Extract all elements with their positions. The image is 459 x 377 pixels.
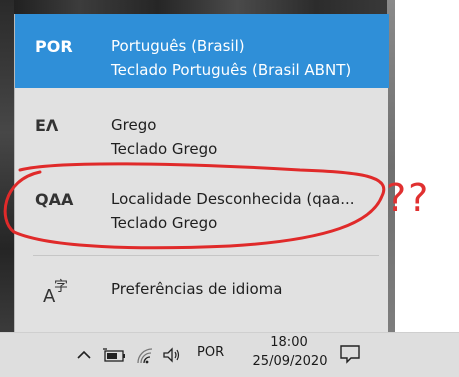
menu-divider [33,255,379,256]
language-item-qaa[interactable]: QAA Localidade Desconhecida (qaa... Tecl… [15,179,389,245]
language-name: Localidade Desconhecida (qaa... [111,190,355,208]
language-code: QAA [35,190,74,209]
input-indicator[interactable]: POR [197,345,224,360]
clock-time[interactable]: 18:00 [259,335,319,350]
chevron-up-icon[interactable] [76,345,92,365]
volume-icon[interactable] [161,345,183,365]
language-name: Português (Brasil) [111,37,245,55]
battery-icon[interactable] [102,345,128,365]
language-name: Grego [111,116,157,134]
clock-date[interactable]: 25/09/2020 [244,354,336,369]
notification-icon[interactable] [339,343,361,365]
language-code: POR [35,37,73,56]
desktop-wallpaper-left [0,0,14,332]
svg-text:字: 字 [54,279,68,295]
keyboard-name: Teclado Grego [111,140,218,158]
language-code: ΕΛ [35,116,59,135]
keyboard-name: Teclado Português (Brasil ABNT) [111,61,352,79]
language-settings-icon: A 字 [43,279,68,307]
annotation-question-marks: ?? [386,176,431,220]
network-icon[interactable] [134,345,156,365]
language-preferences-item[interactable]: A 字 Preferências de idioma [15,258,389,328]
language-item-por[interactable]: POR Português (Brasil) Teclado Português… [15,14,389,88]
input-language-flyout: POR Português (Brasil) Teclado Português… [14,14,389,332]
language-preferences-label: Preferências de idioma [111,280,283,298]
taskbar: POR 18:00 25/09/2020 [0,332,459,377]
language-item-greek[interactable]: ΕΛ Grego Teclado Grego [15,100,389,168]
keyboard-name: Teclado Grego [111,214,218,232]
